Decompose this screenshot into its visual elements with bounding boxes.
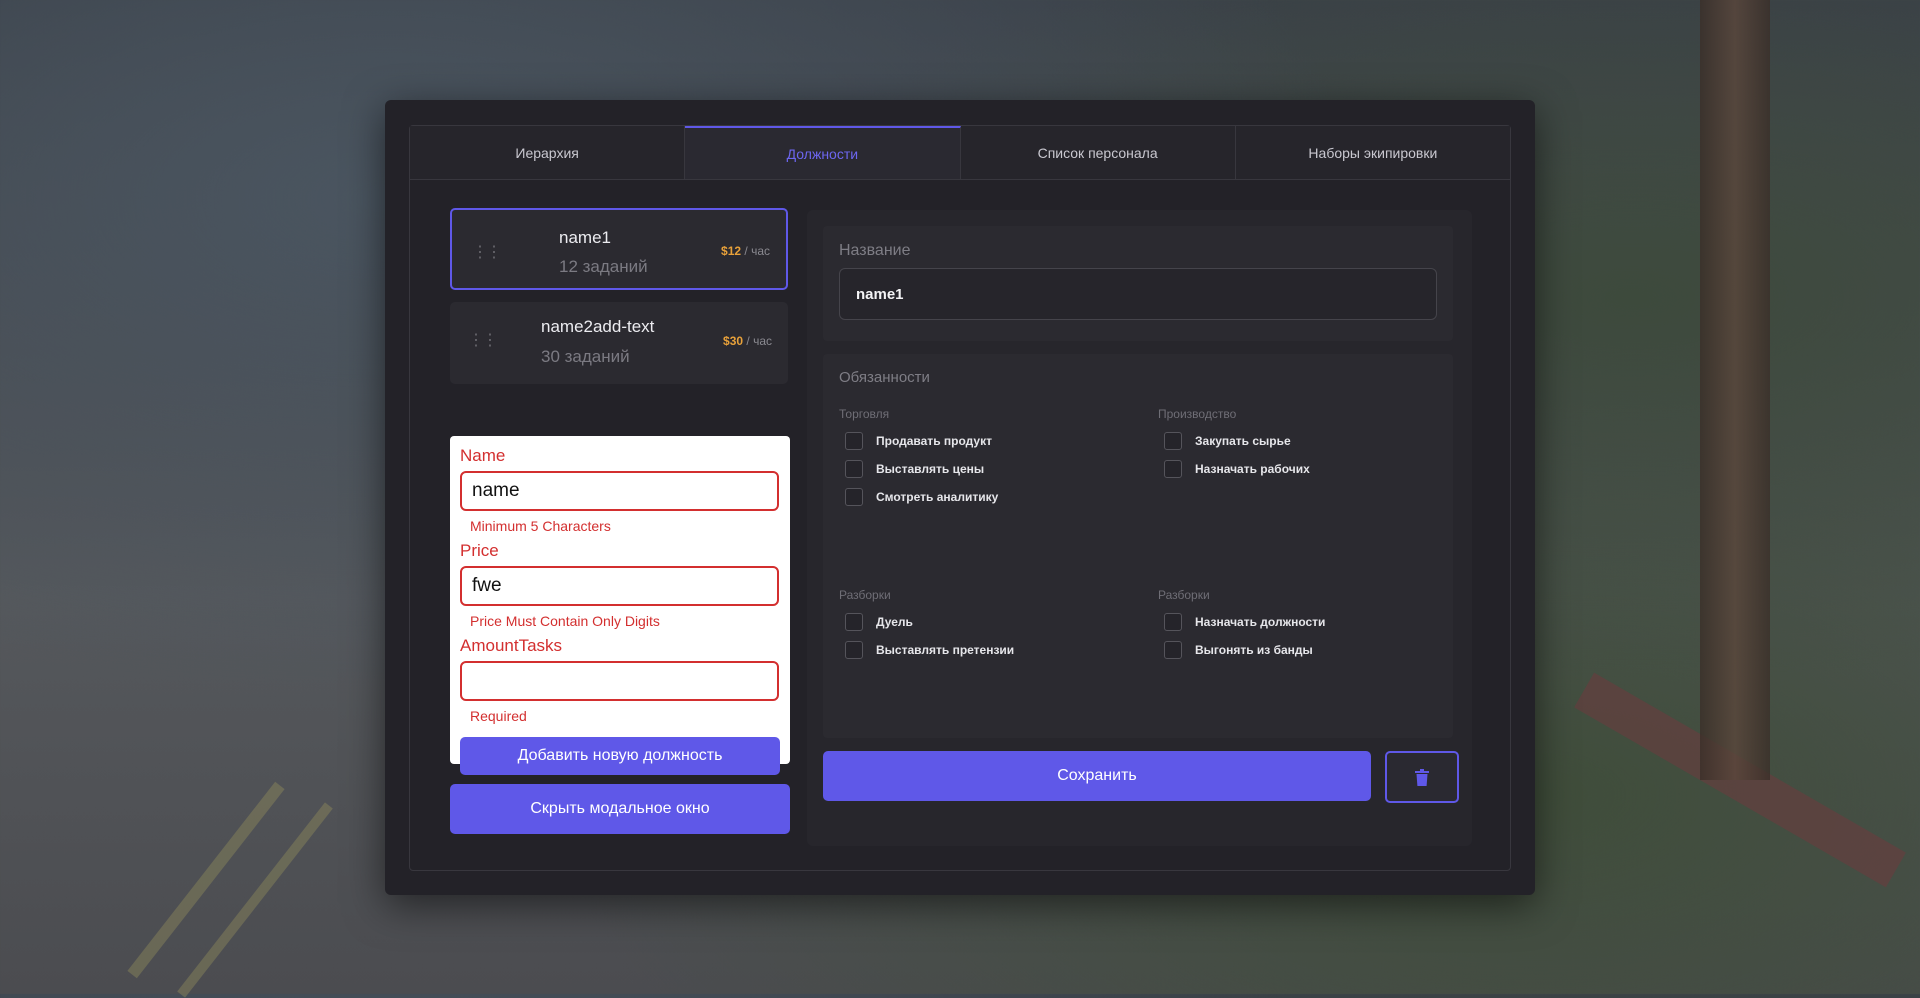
position-card[interactable]: ⋮⋮ name1 12 заданий $12 / час [450, 208, 788, 290]
duty-group-title: Производство [1158, 407, 1237, 421]
amount-tasks-field[interactable] [460, 661, 779, 701]
duty-group: Производство Закупать сырье Назначать ра… [1158, 407, 1458, 483]
price-amount: $30 [723, 334, 744, 348]
position-detail-panel: Название Обязанности Торговля Продавать … [807, 210, 1472, 846]
duty-group-title: Разборки [1158, 588, 1210, 602]
position-card[interactable]: ⋮⋮ name2add-text 30 заданий $30 / час [450, 302, 788, 384]
position-tasks: 12 заданий [559, 257, 648, 276]
duty-option[interactable]: Назначать рабочих [1158, 455, 1458, 483]
amount-tasks-field-label: AmountTasks [460, 636, 563, 655]
background-road-line [127, 781, 285, 979]
duty-option[interactable]: Дуель [839, 608, 1139, 636]
drag-handle-icon[interactable]: ⋮⋮ [468, 330, 498, 350]
position-name-input[interactable] [839, 268, 1437, 320]
duty-group-title: Торговля [839, 407, 890, 421]
price-amount: $12 [721, 244, 742, 258]
position-name-label: Название [839, 242, 911, 259]
tab-hierarchy[interactable]: Иерархия [410, 126, 686, 179]
duty-option-label: Закупать сырье [1195, 434, 1291, 448]
name-field-error: Minimum 5 Characters [470, 518, 611, 534]
position-price: $12 / час [721, 244, 770, 258]
tab-equipment-sets[interactable]: Наборы экипировки [1235, 126, 1510, 179]
modal-frame: Иерархия Должности Список персонала Набо… [409, 125, 1511, 871]
duty-option-label: Выставлять претензии [876, 643, 1015, 657]
name-field[interactable] [460, 471, 779, 511]
duty-option-label: Смотреть аналитику [876, 490, 999, 504]
drag-handle-icon[interactable]: ⋮⋮ [472, 242, 502, 262]
duties-block: Обязанности Торговля Продавать продукт В… [823, 354, 1453, 738]
add-position-form: Name Minimum 5 Characters Price Price Mu… [450, 436, 790, 775]
hide-modal-button[interactable]: Скрыть модальное окно [450, 784, 790, 834]
checkbox[interactable] [845, 460, 863, 478]
duties-title: Обязанности [839, 369, 930, 386]
tab-positions[interactable]: Должности [685, 126, 961, 179]
duty-option-label: Назначать рабочих [1195, 462, 1310, 476]
duty-group: Разборки Дуель Выставлять претензии [839, 588, 1139, 664]
checkbox[interactable] [1164, 641, 1182, 659]
checkbox[interactable] [1164, 432, 1182, 450]
duty-option-label: Продавать продукт [876, 434, 992, 448]
checkbox[interactable] [1164, 613, 1182, 631]
delete-button[interactable] [1385, 751, 1459, 803]
position-name: name2add-text [541, 317, 655, 336]
add-position-button[interactable]: Добавить новую должность [460, 737, 780, 775]
position-price: $30 / час [723, 334, 772, 348]
amount-tasks-field-error: Required [470, 708, 527, 724]
position-name: name1 [559, 228, 611, 247]
duty-option-label: Выставлять цены [876, 462, 985, 476]
duty-group: Торговля Продавать продукт Выставлять це… [839, 407, 1139, 511]
duty-option[interactable]: Продавать продукт [839, 427, 1139, 455]
duty-option-label: Выгонять из банды [1195, 643, 1313, 657]
price-field-label: Price [460, 541, 499, 560]
checkbox[interactable] [845, 641, 863, 659]
name-field-label: Name [460, 446, 506, 465]
duty-option[interactable]: Выгонять из банды [1158, 636, 1458, 664]
checkbox[interactable] [845, 488, 863, 506]
checkbox[interactable] [845, 613, 863, 631]
tab-bar: Иерархия Должности Список персонала Набо… [410, 126, 1510, 180]
duty-option[interactable]: Выставлять цены [839, 455, 1139, 483]
price-unit: / час [746, 334, 772, 348]
duty-group-title: Разборки [839, 588, 891, 602]
checkbox[interactable] [845, 432, 863, 450]
staff-modal: Иерархия Должности Список персонала Набо… [385, 100, 1535, 895]
duty-group: Разборки Назначать должности Выгонять из… [1158, 588, 1458, 664]
checkbox[interactable] [1164, 460, 1182, 478]
background-road-line [177, 802, 333, 998]
duty-option[interactable]: Выставлять претензии [839, 636, 1139, 664]
trash-icon [1415, 768, 1429, 786]
price-field[interactable] [460, 566, 779, 606]
duty-option-label: Дуель [876, 615, 913, 629]
position-tasks: 30 заданий [541, 347, 630, 366]
duty-option[interactable]: Назначать должности [1158, 608, 1458, 636]
position-name-block: Название [823, 226, 1453, 341]
duty-option[interactable]: Смотреть аналитику [839, 483, 1139, 511]
save-button[interactable]: Сохранить [823, 751, 1371, 801]
price-unit: / час [744, 244, 770, 258]
background-tree [1700, 0, 1770, 780]
price-field-error: Price Must Contain Only Digits [470, 613, 660, 629]
duty-option-label: Назначать должности [1195, 615, 1326, 629]
tab-staff-list[interactable]: Список персонала [960, 126, 1236, 179]
duty-option[interactable]: Закупать сырье [1158, 427, 1458, 455]
